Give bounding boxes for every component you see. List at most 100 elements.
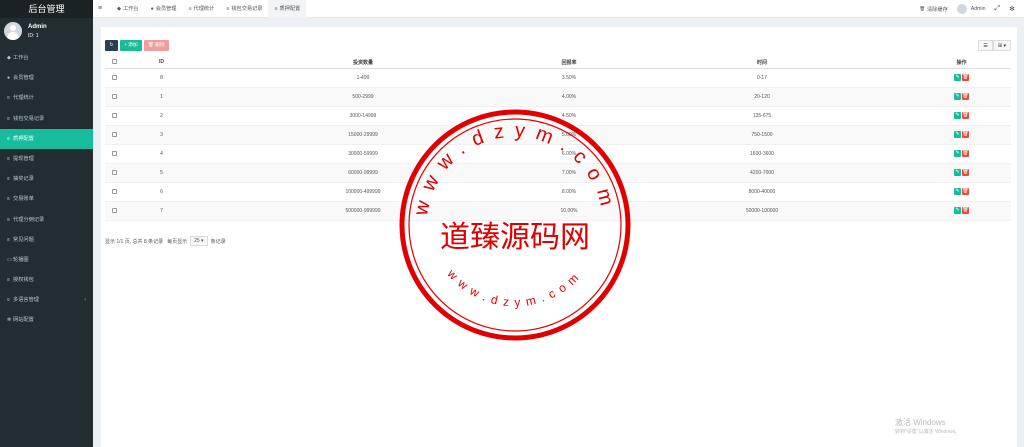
column-header: 投资数量 <box>200 57 526 69</box>
checkbox[interactable] <box>111 59 117 65</box>
sidebar: 后台管理 Admin ID: 1 ◆ 工作台 ● 会员管理 ≡ 代理统计 ≡ 钱包交易记录 ≡ 质… <box>0 0 93 447</box>
refresh-button[interactable]: ↻ <box>105 40 118 51</box>
sidebar-item[interactable]: ≡ 常见问题 <box>0 230 93 250</box>
delete-icon[interactable]: 🗑 <box>962 131 969 138</box>
per-page-label: 每页显示 <box>167 238 188 245</box>
sidebar-item[interactable]: ≡ 交易账单 <box>0 189 93 209</box>
tab-icon: ≡ <box>188 6 192 12</box>
records-label: 条记录 <box>210 238 226 245</box>
edit-icon[interactable]: ✎ <box>954 188 961 195</box>
row-checkbox-cell <box>105 68 123 88</box>
row-checkbox[interactable] <box>111 207 117 213</box>
nav-tab-label: 会员管理 <box>155 6 177 12</box>
delete-icon[interactable]: 🗑 <box>962 74 969 81</box>
edit-icon[interactable]: ✎ <box>954 150 961 157</box>
toolbar: ↻ + 添加 🗑 删除 <box>105 40 171 51</box>
table-row: 1 500-2999 4.00% 20-120 ✎ 🗑 <box>105 87 1011 107</box>
sidebar-item-label: 多语言管理 <box>13 297 39 304</box>
edit-icon[interactable]: ✎ <box>954 169 961 176</box>
watermark-url-top: www.dzym.com <box>410 120 620 219</box>
row-checkbox[interactable] <box>111 112 117 118</box>
tab-icon: ● <box>150 6 154 12</box>
sidebar-item[interactable]: ≡ 授权钱包 <box>0 270 93 290</box>
sidebar-item-label: 授权钱包 <box>13 277 34 284</box>
nav-tab[interactable]: ≡ 钱包交易记录 <box>220 0 268 18</box>
sidebar-item[interactable]: ≡ 质押配置 <box>0 128 93 149</box>
top-navbar: ≡ ◆ 工作台 ● 会员管理 ≡ 代理统计 ≡ 钱包交易记录 ≡ 质押配置 🗑 清除缓存 Admi… <box>93 0 1024 18</box>
table-row: 8 1-499 3.50% 0-17 ✎ 🗑 <box>105 68 1011 88</box>
edit-icon[interactable]: ✎ <box>954 207 961 214</box>
page-size-select[interactable]: 25 ▾ <box>190 236 208 246</box>
user-id: ID: 1 <box>28 33 39 39</box>
nav-tab[interactable]: ≡ 代理统计 <box>182 0 220 18</box>
delete-icon[interactable]: 🗑 <box>962 93 969 100</box>
cell-id: 7 <box>123 201 200 221</box>
windows-activate-title: 激活 Windows <box>895 418 946 427</box>
sidebar-item-label: 钱包交易记录 <box>13 115 45 122</box>
columns-dropdown-icon[interactable]: ⊞ ▾ <box>992 40 1011 51</box>
delete-icon[interactable]: 🗑 <box>962 169 969 176</box>
cell-rate: 4.00% <box>526 87 612 107</box>
row-checkbox[interactable] <box>111 74 117 80</box>
list-view-icon[interactable]: ☰ <box>978 40 993 51</box>
pagination-info: 显示 1/1 页, 总共 8 条记录 每页显示 25 ▾ 条记录 <box>105 236 226 246</box>
clear-cache-label: 清除缓存 <box>927 6 948 13</box>
sidebar-item[interactable]: ▭轮播图 <box>0 250 93 270</box>
cell-id: 2 <box>123 106 200 126</box>
settings-icon[interactable]: ✻ <box>1009 5 1015 13</box>
row-checkbox[interactable] <box>111 93 117 99</box>
row-checkbox-cell <box>105 87 123 107</box>
sidebar-item[interactable]: ≡ 多语言管理 ‹ <box>0 290 93 310</box>
add-button[interactable]: + 添加 <box>120 40 142 51</box>
row-checkbox[interactable] <box>111 169 117 175</box>
sidebar-item[interactable]: ◆ 工作台 <box>0 48 93 68</box>
watermark-url-bottom: www.dzym.com <box>444 266 586 310</box>
user-name: Admin <box>28 24 47 30</box>
nav-tab[interactable]: ◆ 工作台 <box>111 0 145 18</box>
tab-icon: ≡ <box>274 6 278 12</box>
edit-icon[interactable]: ✎ <box>954 112 961 119</box>
delete-icon[interactable]: 🗑 <box>962 112 969 119</box>
view-toggle: ☰ ⊞ ▾ <box>978 40 1011 51</box>
edit-icon[interactable]: ✎ <box>954 74 961 81</box>
clear-cache-button[interactable]: 🗑 清除缓存 <box>919 6 947 13</box>
cell-amount: 500-2999 <box>200 87 526 107</box>
cell-time: 8000-40000 <box>612 182 912 202</box>
fullscreen-icon[interactable]: ⤢ <box>995 5 1001 13</box>
row-checkbox[interactable] <box>111 150 117 156</box>
menu-toggle-icon[interactable]: ≡ <box>98 0 102 18</box>
edit-icon[interactable]: ✎ <box>954 131 961 138</box>
nav-tab-label: 代理统计 <box>193 6 215 12</box>
sidebar-item-label: 会员管理 <box>13 75 34 82</box>
sidebar-item-label: 交易账单 <box>13 196 34 203</box>
row-actions: ✎ 🗑 <box>912 87 1011 107</box>
delete-icon[interactable]: 🗑 <box>962 150 969 157</box>
sidebar-item[interactable]: ✻ 网站配置 <box>0 310 93 330</box>
sidebar-item-label: 代理分佣记录 <box>13 216 45 223</box>
edit-icon[interactable]: ✎ <box>954 93 961 100</box>
cell-time: 0-17 <box>612 68 912 88</box>
table-header-row: ID 投资数量 回报率 时间 操作 <box>105 57 1011 69</box>
nav-tab[interactable]: ≡ 质押配置 <box>268 0 307 18</box>
nav-tab[interactable]: ● 会员管理 <box>145 0 183 18</box>
cell-id: 4 <box>123 144 200 164</box>
select-all-checkbox[interactable] <box>105 57 123 69</box>
user-menu[interactable]: Admin <box>956 4 986 14</box>
delete-button[interactable]: 🗑 删除 <box>143 40 169 51</box>
row-actions: ✎ 🗑 <box>912 163 1011 183</box>
tab-icon: ≡ <box>226 6 230 12</box>
row-checkbox[interactable] <box>111 188 117 194</box>
sidebar-item[interactable]: ● 会员管理 <box>0 68 93 88</box>
sidebar-item[interactable]: ≡ 提现管理 <box>0 149 93 169</box>
delete-icon[interactable]: 🗑 <box>962 207 969 214</box>
row-checkbox[interactable] <box>111 131 117 137</box>
sidebar-item[interactable]: ≡ 代理统计 <box>0 88 93 108</box>
row-actions: ✎ 🗑 <box>912 125 1011 145</box>
sidebar-item-label: 代理统计 <box>13 95 34 102</box>
delete-icon[interactable]: 🗑 <box>962 188 969 195</box>
sidebar-item[interactable]: ≡ 代理分佣记录 <box>0 210 93 230</box>
sidebar-item[interactable]: ≡ 抽奖记录 <box>0 169 93 189</box>
sidebar-item[interactable]: ≡ 钱包交易记录 <box>0 109 93 129</box>
sidebar-item-label: 轮播图 <box>13 256 29 263</box>
nav-tab-label: 质押配置 <box>279 6 301 12</box>
